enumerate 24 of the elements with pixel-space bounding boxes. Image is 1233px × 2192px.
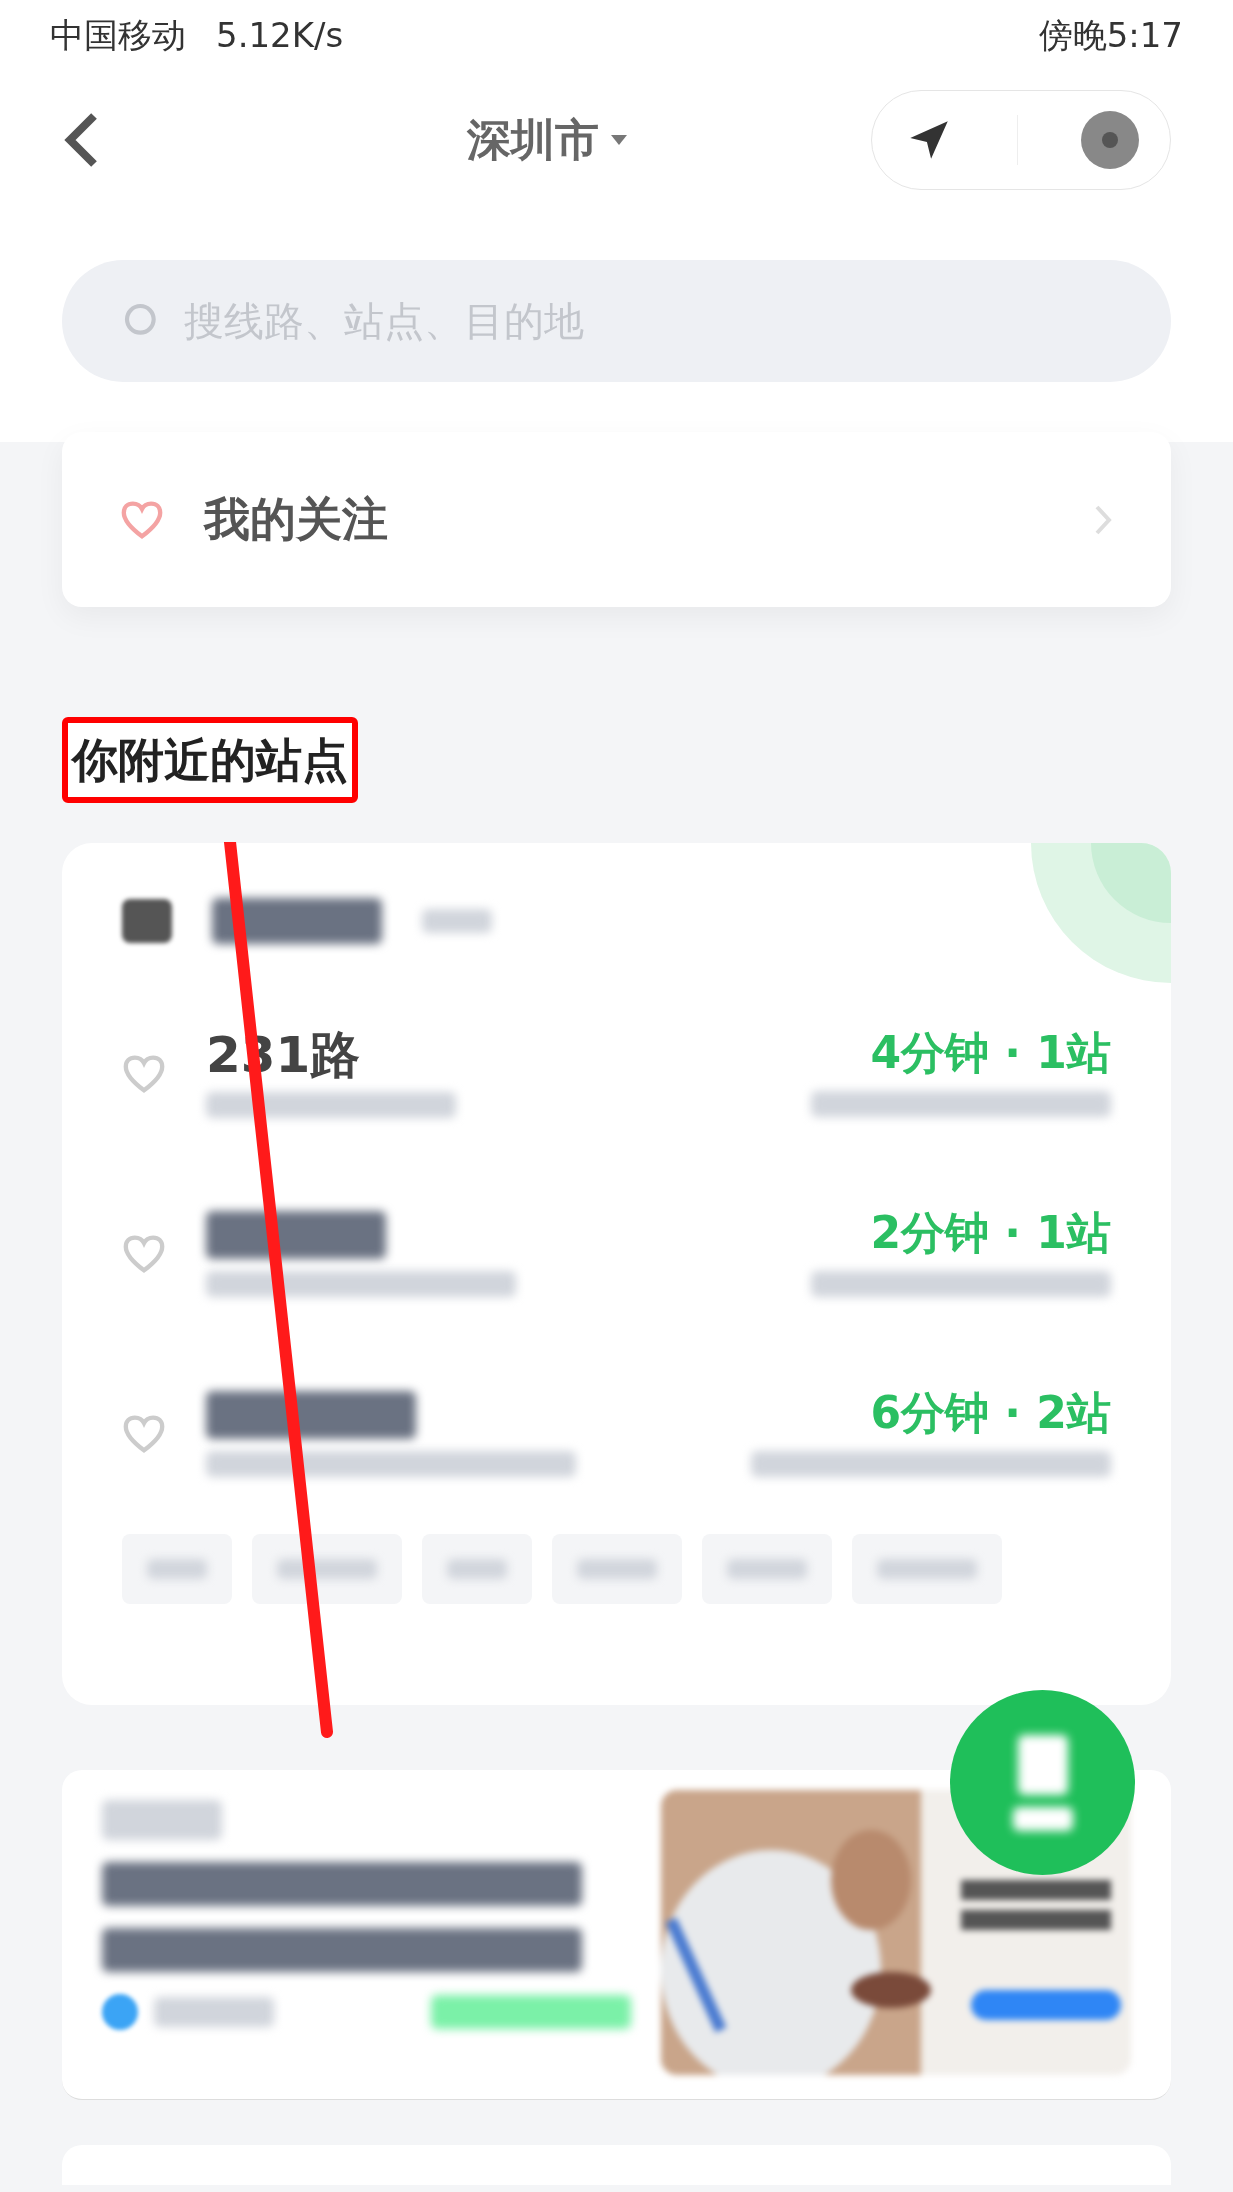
clock-text: 傍晚5:17	[1038, 13, 1183, 57]
blurred-text	[422, 909, 492, 933]
heart-icon[interactable]	[120, 499, 164, 540]
annotation-label: 你附近的站点	[62, 717, 358, 803]
arrival-time: 6分钟 · 2站	[870, 1391, 1111, 1435]
blurred-text	[1012, 1806, 1073, 1831]
ad-card[interactable]	[62, 1770, 1171, 2100]
arrival-time: 4分钟 · 1站	[870, 1031, 1111, 1075]
favorites-label: 我的关注	[204, 491, 389, 548]
blurred-text	[1017, 1734, 1068, 1795]
bus-stop-icon	[122, 899, 172, 943]
favorites-card[interactable]: 我的关注	[62, 432, 1171, 607]
city-selector[interactable]: 深圳市	[466, 107, 627, 173]
route-chip[interactable]	[252, 1534, 402, 1604]
heart-icon[interactable]	[122, 1414, 166, 1454]
avatar	[102, 1994, 138, 2030]
caret-icon	[610, 135, 627, 145]
network-speed: 5.12K/s	[216, 13, 344, 57]
carrier-text: 中国移动	[50, 13, 186, 57]
heart-icon[interactable]	[122, 1054, 166, 1094]
blurred-text	[147, 1559, 207, 1579]
heart-icon[interactable]	[122, 1234, 166, 1274]
arrival-time: 2分钟 · 1站	[870, 1211, 1111, 1255]
blurred-text	[447, 1559, 507, 1579]
